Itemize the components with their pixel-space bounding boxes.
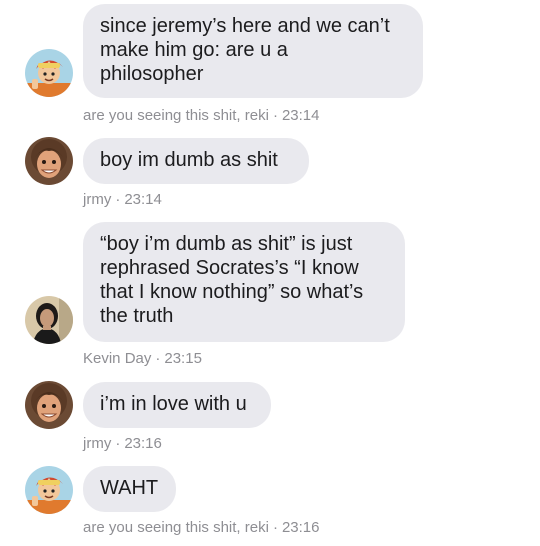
separator-dot: ·: [272, 519, 278, 536]
timestamp: 23:14: [281, 107, 320, 124]
message-bubble[interactable]: boy im dumb as shit: [83, 138, 309, 184]
sender-name: jrmy: [83, 191, 112, 208]
sender-name: are you seeing this shit, reki: [83, 519, 269, 536]
timestamp: 23:16: [124, 435, 162, 452]
message-bubble[interactable]: since jeremy’s here and we can’t make hi…: [83, 4, 423, 98]
message-meta: are you seeing this shit, reki · 23:14: [83, 107, 319, 124]
separator-dot: ·: [272, 107, 278, 124]
message-meta: are you seeing this shit, reki · 23:16: [83, 519, 319, 536]
smiling-boy-avatar[interactable]: [25, 381, 73, 429]
sender-name: jrmy: [83, 435, 112, 452]
timestamp: 23:14: [124, 191, 162, 208]
separator-dot: ·: [115, 435, 121, 452]
cartoon-boy-avatar[interactable]: [25, 49, 73, 97]
sender-name: Kevin Day: [83, 350, 152, 367]
timestamp: 23:15: [164, 350, 202, 367]
separator-dot: ·: [115, 191, 121, 208]
message-bubble[interactable]: WAHT: [83, 466, 176, 512]
message-meta: jrmy · 23:16: [83, 435, 162, 452]
sender-name: are you seeing this shit, reki: [83, 107, 269, 124]
timestamp: 23:16: [281, 519, 320, 536]
message-meta: jrmy · 23:14: [83, 191, 162, 208]
message-meta: Kevin Day · 23:15: [83, 350, 202, 367]
dark-haired-person-avatar[interactable]: [25, 296, 73, 344]
smiling-boy-avatar[interactable]: [25, 137, 73, 185]
cartoon-boy-avatar[interactable]: [25, 466, 73, 514]
separator-dot: ·: [155, 350, 161, 367]
message-bubble[interactable]: i’m in love with u: [83, 382, 271, 428]
message-bubble[interactable]: “boy i’m dumb as shit” is just rephrased…: [83, 222, 405, 342]
